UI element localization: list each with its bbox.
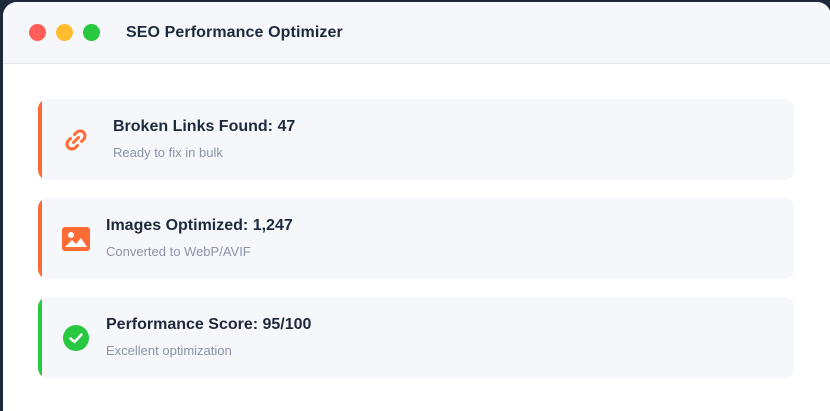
card-subtitle: Ready to fix in bulk <box>113 145 223 160</box>
card-heading: Performance Score: 95/100 <box>106 316 312 333</box>
main-content: Broken Links Found: 47 Ready to fix in b… <box>3 64 830 378</box>
card-subtitle: Converted to WebP/AVIF <box>106 244 251 259</box>
window-title: SEO Performance Optimizer <box>126 23 343 41</box>
performance-score-card: Performance Score: 95/100 Excellent opti… <box>38 297 794 378</box>
card-accent-bar <box>38 297 42 378</box>
check-circle-icon <box>60 322 92 354</box>
image-icon <box>60 223 92 255</box>
card-accent-bar <box>38 99 42 180</box>
card-heading: Images Optimized: 1,247 <box>106 217 293 234</box>
images-optimized-card: Images Optimized: 1,247 Converted to Web… <box>38 198 794 279</box>
card-accent-bar <box>38 198 42 279</box>
maximize-window-button[interactable] <box>83 24 100 41</box>
card-heading: Broken Links Found: 47 <box>113 118 296 135</box>
close-window-button[interactable] <box>29 24 46 41</box>
title-bar: SEO Performance Optimizer <box>3 2 830 64</box>
card-subtitle: Excellent optimization <box>106 343 232 358</box>
minimize-window-button[interactable] <box>56 24 73 41</box>
app-window: SEO Performance Optimizer Broken Links F… <box>3 2 830 411</box>
broken-links-card: Broken Links Found: 47 Ready to fix in b… <box>38 99 794 180</box>
window-controls <box>29 24 100 41</box>
link-icon <box>60 124 92 156</box>
